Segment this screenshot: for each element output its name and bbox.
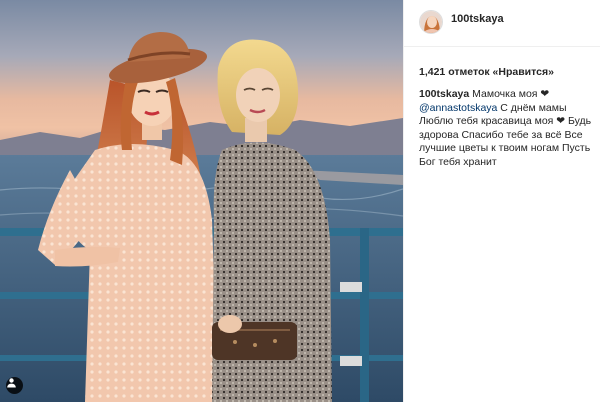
- caption-line-1: Мамочка моя ❤: [472, 88, 550, 100]
- user-tag-button[interactable]: [6, 377, 23, 394]
- post-photo[interactable]: [0, 0, 403, 402]
- caption-line-2: С днём мамы: [497, 101, 567, 114]
- post-header: 100tskaya: [404, 0, 600, 47]
- caption-line-3: Люблю тебя красавица моя ❤ Будь здорова …: [419, 115, 592, 168]
- post-sidebar: 100tskaya 1,421 отметок «Нравится» 100ts…: [403, 0, 600, 402]
- caption-username[interactable]: 100tskaya: [419, 88, 469, 100]
- avatar-image: [420, 11, 442, 33]
- photo-image: [0, 0, 403, 402]
- caption-mention-link[interactable]: @annastotskaya: [419, 102, 497, 114]
- post-username[interactable]: 100tskaya: [451, 13, 504, 25]
- likes-count[interactable]: 1,421 отметок «Нравится»: [419, 66, 554, 78]
- person-icon: [7, 378, 16, 388]
- profile-avatar[interactable]: [419, 10, 443, 34]
- caption-comment: 100tskaya Мамочка моя ❤ @annastotskaya С…: [419, 88, 599, 170]
